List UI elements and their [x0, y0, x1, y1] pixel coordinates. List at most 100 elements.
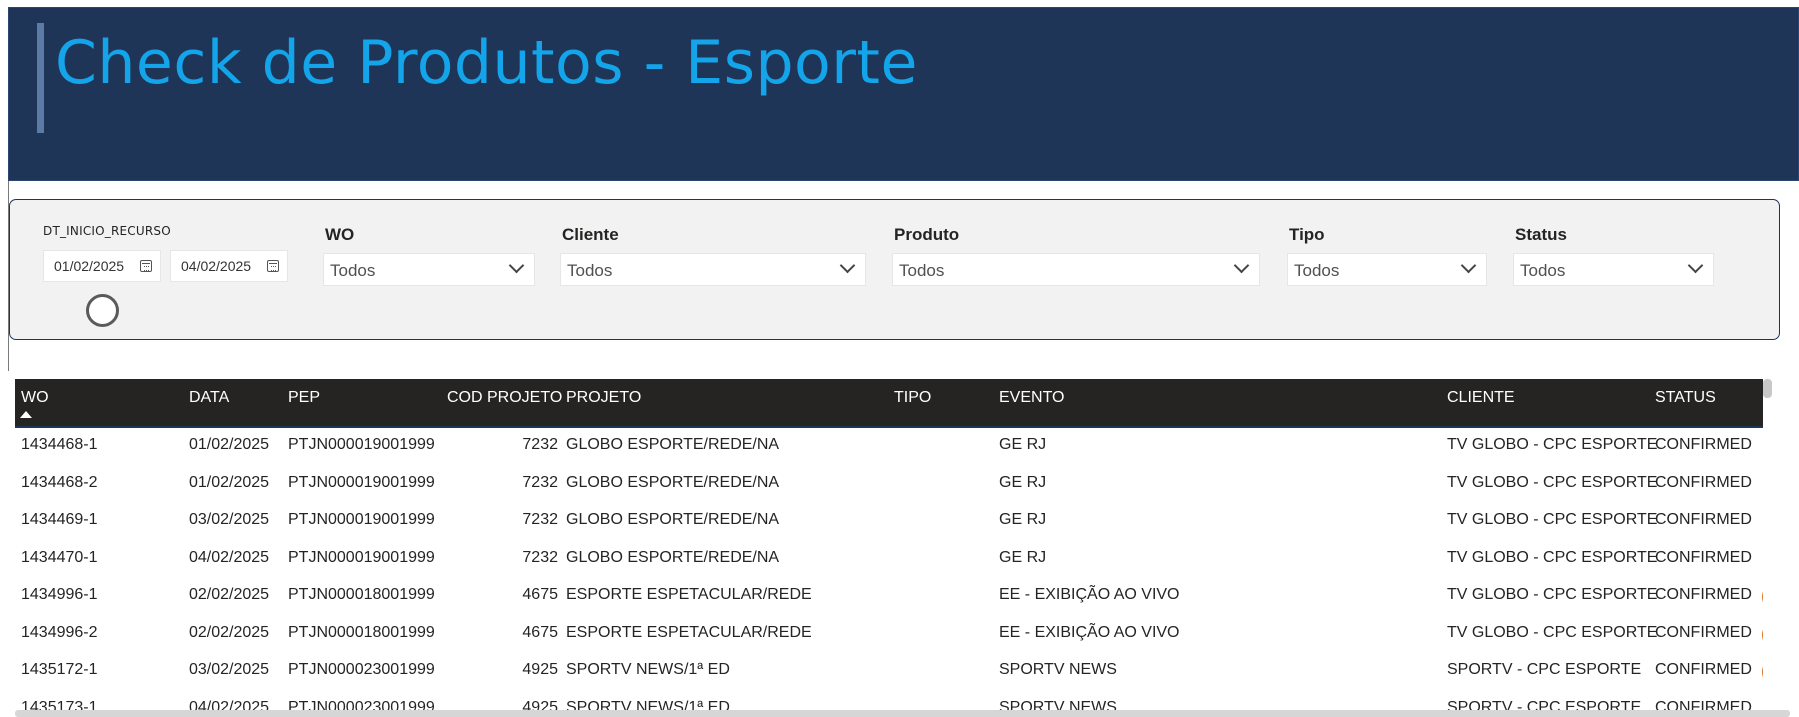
date-start-input[interactable]: 01/02/2025 [43, 250, 161, 282]
slicer-value-wo: Todos [330, 261, 376, 280]
horizontal-scrollbar[interactable] [15, 710, 1790, 717]
cell-projeto: GLOBO ESPORTE/REDE/NA [566, 473, 780, 491]
table-row[interactable]: 1434996-1 02/02/2025 PTJN000018001999 4675 E… [15, 578, 1763, 616]
cell-projeto: ESPORTE ESPETACULAR/REDE [566, 623, 812, 641]
column-header-tipo[interactable]: TIPO [894, 389, 931, 407]
cell-cliente: TV GLOBO - CPC ESPORTE [1447, 586, 1658, 603]
cell-cliente: TV GLOBO - CPC ESPORTE [1447, 436, 1658, 453]
cell-cod-projeto: 4925 [522, 661, 558, 678]
cell-status: CONFIRMED [1655, 511, 1752, 528]
cell-evento: GE RJ [999, 436, 1047, 453]
table-header: WO DATA PEP COD PROJETO PROJETO TIPO EVE… [15, 379, 1763, 428]
cell-status: CONFIRMED [1655, 473, 1752, 491]
cell-cliente: TV GLOBO - CPC ESPORTE [1447, 548, 1658, 566]
cell-cod-projeto: 7232 [522, 473, 558, 491]
chevron-down-icon [1460, 257, 1477, 274]
cell-data: 02/02/2025 [189, 623, 270, 641]
cell-pep: PTJN000018001999 [288, 586, 435, 603]
cell-data: 04/02/2025 [189, 548, 270, 566]
cell-wo: 1434468-1 [21, 436, 98, 453]
date-start-value: 01/02/2025 [54, 258, 125, 274]
status-indicator-icon [1762, 627, 1763, 642]
cell-cliente: TV GLOBO - CPC ESPORTE [1447, 511, 1658, 528]
slicer-dropdown-cliente[interactable]: Todos [560, 253, 866, 286]
slicer-dropdown-status[interactable]: Todos [1513, 253, 1714, 286]
cell-projeto: SPORTV NEWS/1ª ED [566, 661, 730, 678]
title-accent-bar [37, 23, 44, 133]
cell-cod-projeto: 7232 [522, 548, 558, 566]
cell-wo: 1434996-1 [21, 586, 98, 603]
table-row[interactable]: 1434996-2 02/02/2025 PTJN000018001999 4675 E… [15, 616, 1763, 654]
calendar-icon[interactable] [140, 260, 152, 272]
cell-projeto: GLOBO ESPORTE/REDE/NA [566, 511, 780, 528]
slicer-value-cliente: Todos [567, 261, 613, 280]
cell-pep: PTJN000019001999 [288, 473, 435, 491]
table-row[interactable]: 1434468-1 01/02/2025 PTJN000019001999 7232 G… [15, 428, 1763, 466]
cell-evento: EE - EXIBIÇÃO AO VIVO [999, 586, 1180, 603]
cell-data: 03/02/2025 [189, 511, 270, 528]
chevron-down-icon [839, 257, 856, 274]
cell-cod-projeto: 4675 [522, 586, 558, 603]
column-header-status[interactable]: STATUS [1655, 389, 1716, 407]
cell-status: CONFIRMED [1655, 548, 1752, 566]
cell-cod-projeto: 7232 [522, 511, 558, 528]
cell-evento: EE - EXIBIÇÃO AO VIVO [999, 623, 1180, 641]
calendar-icon[interactable] [267, 260, 279, 272]
cell-cliente: TV GLOBO - CPC ESPORTE [1447, 623, 1658, 641]
page-title: Check de Produtos - Esporte [55, 28, 918, 98]
products-table: WO DATA PEP COD PROJETO PROJETO TIPO EVE… [15, 379, 1763, 717]
column-header-projeto[interactable]: PROJETO [566, 389, 641, 407]
cell-evento: GE RJ [999, 548, 1047, 566]
cell-wo: 1434996-2 [21, 623, 98, 641]
cell-wo: 1434468-2 [21, 473, 98, 491]
cell-cod-projeto: 7232 [522, 436, 558, 453]
vertical-scrollbar[interactable] [1763, 379, 1772, 398]
chevron-down-icon [1233, 257, 1250, 274]
filter-panel: DT_INICIO_RECURSO 01/02/2025 04/02/2025 … [9, 199, 1780, 340]
cell-evento: GE RJ [999, 511, 1047, 528]
cell-pep: PTJN000019001999 [288, 548, 435, 566]
status-indicator-icon [1762, 665, 1763, 679]
table-row[interactable]: 1434468-2 01/02/2025 PTJN000019001999 7232 G… [15, 466, 1763, 504]
cell-cliente: SPORTV - CPC ESPORTE [1447, 661, 1642, 678]
cell-status: CONFIRMED [1655, 661, 1752, 678]
date-end-input[interactable]: 04/02/2025 [170, 250, 288, 282]
column-header-data[interactable]: DATA [189, 389, 229, 407]
chevron-down-icon [1687, 257, 1704, 274]
slicer-dropdown-produto[interactable]: Todos [892, 253, 1260, 286]
slicer-value-produto: Todos [899, 261, 945, 280]
column-header-wo[interactable]: WO [21, 389, 49, 407]
column-header-pep[interactable]: PEP [288, 389, 320, 407]
column-header-cliente[interactable]: CLIENTE [1447, 389, 1515, 407]
sort-ascending-icon[interactable] [20, 411, 32, 418]
slicer-value-status: Todos [1520, 261, 1566, 280]
cell-wo: 1435172-1 [21, 661, 98, 678]
cell-pep: PTJN000018001999 [288, 623, 435, 641]
slicer-dropdown-wo[interactable]: Todos [323, 253, 535, 286]
cell-projeto: GLOBO ESPORTE/REDE/NA [566, 548, 780, 566]
slicer-dropdown-tipo[interactable]: Todos [1287, 253, 1487, 286]
date-end-value: 04/02/2025 [181, 258, 252, 274]
date-range-label: DT_INICIO_RECURSO [43, 224, 171, 238]
cell-pep: PTJN000023001999 [288, 661, 435, 678]
table-row[interactable]: 1435172-1 03/02/2025 PTJN000023001999 4925 S… [15, 653, 1763, 691]
cell-data: 02/02/2025 [189, 586, 270, 603]
slicer-label-produto: Produto [894, 225, 960, 244]
date-range-slider-handle[interactable] [86, 294, 119, 327]
column-header-cod-projeto[interactable]: COD PROJETO [447, 389, 562, 407]
status-indicator-icon [1762, 590, 1763, 604]
report-header: Check de Produtos - Esporte [8, 7, 1799, 181]
table-row[interactable]: 1434470-1 04/02/2025 PTJN000019001999 7232 G… [15, 541, 1763, 579]
cell-wo: 1434469-1 [21, 511, 98, 528]
slicer-label-wo: WO [325, 225, 355, 244]
cell-pep: PTJN000019001999 [288, 436, 435, 453]
cell-wo: 1434470-1 [21, 548, 98, 566]
slicer-value-tipo: Todos [1294, 261, 1340, 280]
table-row[interactable]: 1434469-1 03/02/2025 PTJN000019001999 7232 G… [15, 503, 1763, 541]
column-header-evento[interactable]: EVENTO [999, 389, 1065, 407]
slicer-label-status: Status [1515, 225, 1567, 244]
cell-cliente: TV GLOBO - CPC ESPORTE [1447, 473, 1658, 491]
cell-status: CONFIRMED [1655, 623, 1752, 641]
cell-evento: GE RJ [999, 473, 1047, 491]
slicer-label-cliente: Cliente [562, 225, 619, 244]
